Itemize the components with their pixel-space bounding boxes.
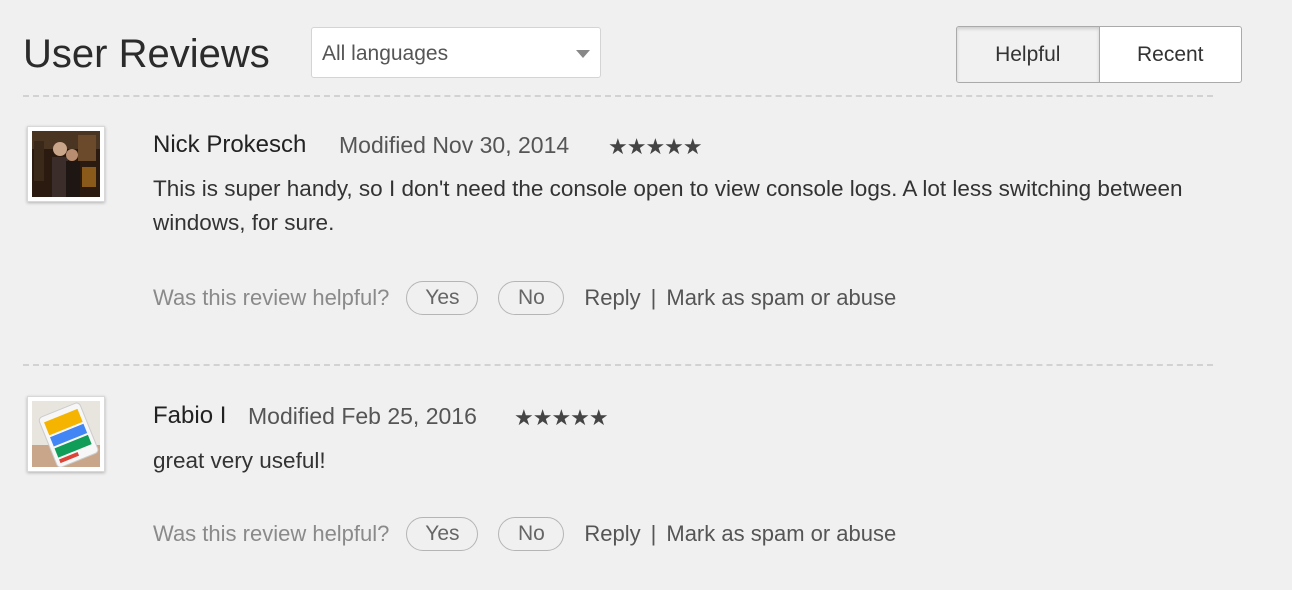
- review-modified-date: Modified Feb 25, 2016: [248, 403, 477, 429]
- language-select-value: All languages: [322, 42, 449, 65]
- review-text: This is super handy, so I don't need the…: [153, 176, 1183, 235]
- helpful-no-button[interactable]: No: [498, 517, 565, 551]
- page-title: User Reviews: [23, 32, 270, 76]
- sort-helpful-button[interactable]: Helpful: [957, 27, 1099, 82]
- review-author[interactable]: Nick Prokesch: [153, 130, 306, 160]
- link-separator: |: [650, 285, 657, 310]
- review-modified-date: Modified Nov 30, 2014: [339, 132, 570, 158]
- sort-recent-button[interactable]: Recent: [1098, 27, 1242, 82]
- avatar[interactable]: [27, 126, 105, 202]
- rating-stars: ★★★★★: [514, 405, 609, 430]
- sort-toggle: Helpful Recent: [956, 26, 1242, 83]
- helpful-question: Was this review helpful?: [153, 285, 390, 310]
- reply-link[interactable]: Reply: [584, 285, 640, 311]
- mark-spam-link[interactable]: Mark as spam or abuse: [666, 285, 896, 311]
- helpful-yes-button[interactable]: Yes: [406, 281, 479, 315]
- avatar-photo: [32, 131, 100, 197]
- review-author[interactable]: Fabio I: [153, 401, 226, 431]
- link-separator: |: [650, 521, 657, 546]
- reviews-header: User Reviews All languages Helpful Recen…: [0, 0, 1292, 96]
- chevron-down-icon: [576, 50, 590, 58]
- avatar-photo: [32, 401, 100, 467]
- divider: [23, 364, 1213, 366]
- helpful-yes-button[interactable]: Yes: [406, 517, 479, 551]
- helpful-row: Was this review helpful? Yes No Reply | …: [153, 279, 896, 317]
- rating-stars: ★★★★★: [608, 134, 703, 159]
- language-select[interactable]: All languages: [311, 27, 601, 78]
- mark-spam-link[interactable]: Mark as spam or abuse: [666, 521, 896, 547]
- helpful-no-button[interactable]: No: [498, 281, 565, 315]
- helpful-row: Was this review helpful? Yes No Reply | …: [153, 515, 896, 553]
- divider: [23, 95, 1213, 97]
- review-text: great very useful!: [153, 448, 326, 473]
- reply-link[interactable]: Reply: [584, 521, 640, 547]
- avatar[interactable]: [27, 396, 105, 472]
- helpful-question: Was this review helpful?: [153, 521, 390, 546]
